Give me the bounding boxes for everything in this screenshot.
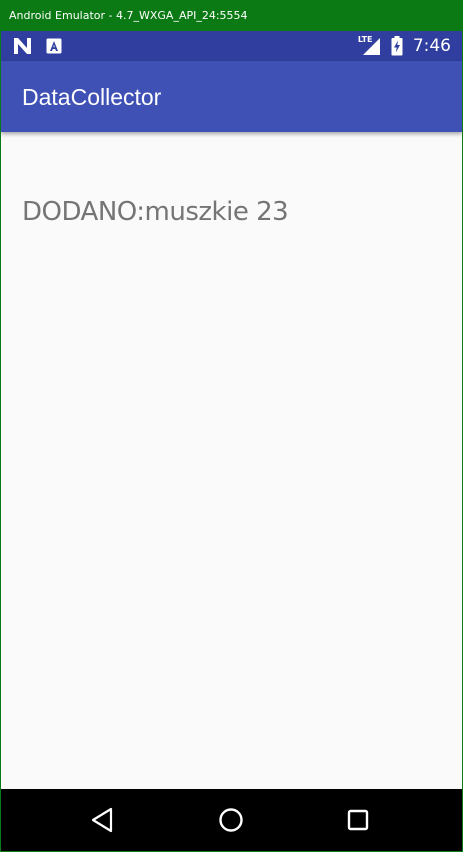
status-indicators: LTE 7:46	[358, 31, 451, 61]
emulator-window-title: Android Emulator - 4.7_WXGA_API_24:5554	[0, 0, 463, 31]
device-screen: LTE 7:46 DataCollector DODANO:muszkie 23	[1, 31, 462, 851]
recents-icon[interactable]	[341, 803, 375, 837]
status-message: DODANO:muszkie 23	[22, 197, 289, 227]
navigation-bar	[1, 789, 462, 851]
lte-signal-icon: LTE	[357, 35, 382, 56]
home-icon[interactable]	[214, 803, 248, 837]
back-icon[interactable]	[86, 803, 120, 837]
a-notification-icon	[46, 38, 62, 59]
app-toolbar: DataCollector	[1, 61, 462, 132]
status-bar: LTE 7:46	[1, 31, 462, 61]
app-title: DataCollector	[22, 84, 162, 110]
n-notification-icon	[14, 38, 33, 59]
status-clock: 7:46	[412, 36, 451, 56]
lte-label: LTE	[357, 35, 373, 44]
battery-charging-icon	[391, 36, 403, 56]
